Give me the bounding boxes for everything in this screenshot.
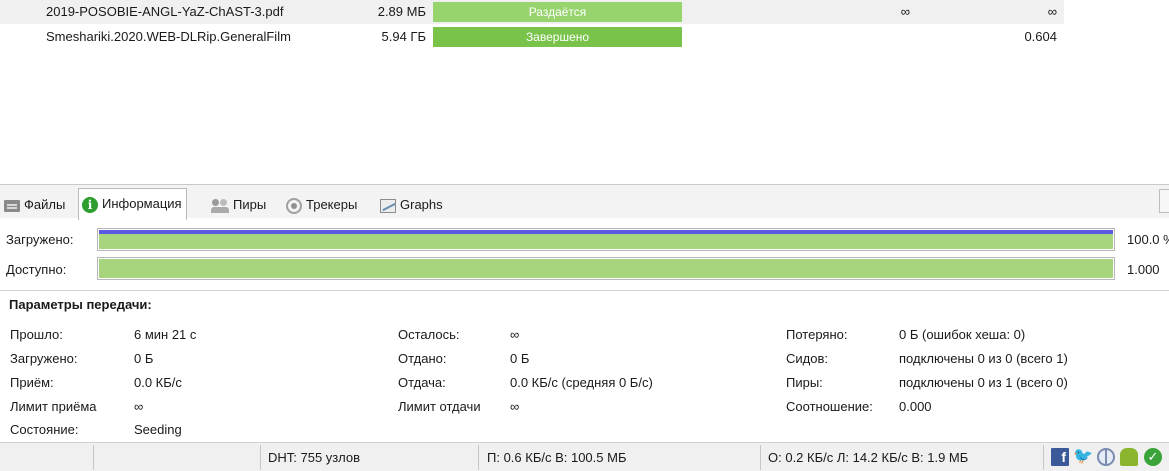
tab-trackers[interactable]: Трекеры <box>282 191 362 218</box>
tab-peers[interactable]: Пиры <box>207 191 271 218</box>
remaining-label: Осталось: <box>398 327 460 342</box>
tab-label: Информация <box>102 196 182 211</box>
tab-label: Трекеры <box>306 197 358 212</box>
uploaded-value: 0 Б <box>510 351 530 366</box>
state-value: Seeding <box>134 422 182 437</box>
ratio-label: Соотношение: <box>786 399 873 414</box>
peers-label: Пиры: <box>786 375 823 390</box>
download-limit-value: ∞ <box>134 399 144 414</box>
elapsed-label: Прошло: <box>10 327 63 342</box>
section-title: Параметры передачи: <box>9 297 152 312</box>
download-speed-value: 0.0 КБ/с <box>134 375 182 390</box>
seeds-value: подключены 0 из 0 (всего 1) <box>899 351 1068 366</box>
status-separator <box>478 445 479 470</box>
upload-speed-value: 0.0 КБ/с (средняя 0 Б/с) <box>510 375 653 390</box>
torrent-list[interactable]: 2019-POSOBIE-ANGL-YaZ-ChAST-3.pdf 2.89 М… <box>0 0 1169 184</box>
tab-graphs[interactable]: Graphs <box>376 191 448 218</box>
status-bar: DHT: 755 узлов П: 0.6 КБ/с В: 100.5 МБ О… <box>0 442 1169 471</box>
tab-files[interactable]: Файлы <box>0 191 70 218</box>
torrent-seeds-value: ∞ <box>900 4 910 19</box>
ratio-value: 0.000 <box>899 399 932 414</box>
download-status[interactable]: П: 0.6 КБ/с В: 100.5 МБ <box>487 450 626 465</box>
wasted-value: 0 Б (ошибок хеша: 0) <box>899 327 1026 342</box>
downloaded-progress-fill <box>99 230 1113 249</box>
info-icon: i <box>82 196 98 213</box>
dht-status[interactable]: DHT: 755 узлов <box>268 450 360 465</box>
torrent-size: 5.94 ГБ <box>381 29 426 44</box>
seeds-label: Сидов: <box>786 351 828 366</box>
downloaded-value: 100.0 % <box>1127 232 1169 247</box>
download-speed-label: Приём: <box>10 375 54 390</box>
web-icon[interactable] <box>1097 448 1115 466</box>
facebook-icon[interactable]: f <box>1051 448 1069 466</box>
upload-limit-label: Лимит отдачи <box>398 399 481 414</box>
android-icon[interactable] <box>1120 448 1138 466</box>
torrent-status-bar: Раздаётся <box>433 2 682 22</box>
tab-label: Файлы <box>24 197 66 212</box>
availability-bar <box>97 257 1115 280</box>
status-separator <box>1043 445 1044 470</box>
status-separator <box>93 445 94 470</box>
torrent-size: 2.89 МБ <box>377 4 426 19</box>
tab-label: Пиры <box>233 197 267 212</box>
torrent-ratio-value: 0.604 <box>1024 29 1057 44</box>
uploaded-label: Отдано: <box>398 351 447 366</box>
availability-fill <box>99 259 1113 278</box>
torrent-row[interactable]: 2019-POSOBIE-ANGL-YaZ-ChAST-3.pdf 2.89 М… <box>0 0 1064 24</box>
twitter-icon[interactable]: 🐦 <box>1073 448 1093 466</box>
downloaded-bytes-value: 0 Б <box>134 351 154 366</box>
tab-menu-button[interactable] <box>1159 189 1169 213</box>
tab-info[interactable]: i Информация <box>78 188 187 220</box>
torrent-name: 2019-POSOBIE-ANGL-YaZ-ChAST-3.pdf <box>46 4 284 19</box>
available-value: 1.000 <box>1127 262 1160 277</box>
torrent-status-bar: Завершено <box>433 27 682 47</box>
upload-status[interactable]: О: 0.2 КБ/с Л: 14.2 КБ/с В: 1.9 МБ <box>768 450 968 465</box>
status-separator <box>260 445 261 470</box>
peers-value: подключены 0 из 1 (всего 0) <box>899 375 1068 390</box>
downloaded-label: Загружено: <box>6 232 74 247</box>
upload-limit-value: ∞ <box>510 399 520 414</box>
torrent-row[interactable]: Smeshariki.2020.WEB-DLRip.GeneralFilm 5.… <box>0 25 1064 49</box>
graphs-icon <box>380 198 396 213</box>
files-icon <box>4 199 20 212</box>
upload-speed-label: Отдача: <box>398 375 446 390</box>
details-tab-bar: Файлы i Информация Пиры Трекеры Graphs <box>0 184 1169 220</box>
tab-label: Graphs <box>400 197 443 212</box>
trackers-icon <box>286 197 302 214</box>
available-label: Доступно: <box>6 262 67 277</box>
remaining-value: ∞ <box>510 327 520 342</box>
torrent-ratio-value: ∞ <box>1047 4 1057 19</box>
peers-icon <box>211 198 229 213</box>
connection-ok-icon[interactable]: ✓ <box>1144 448 1162 466</box>
download-limit-label: Лимит приёма <box>10 399 97 414</box>
transfer-parameters: Параметры передачи: Прошло: 6 мин 21 с З… <box>0 290 1169 442</box>
torrent-name: Smeshariki.2020.WEB-DLRip.GeneralFilm <box>46 29 291 44</box>
state-label: Состояние: <box>10 422 79 437</box>
downloaded-bytes-label: Загружено: <box>10 351 78 366</box>
status-separator <box>760 445 761 470</box>
wasted-label: Потеряно: <box>786 327 848 342</box>
downloaded-progress-bar <box>97 228 1115 251</box>
elapsed-value: 6 мин 21 с <box>134 327 197 342</box>
